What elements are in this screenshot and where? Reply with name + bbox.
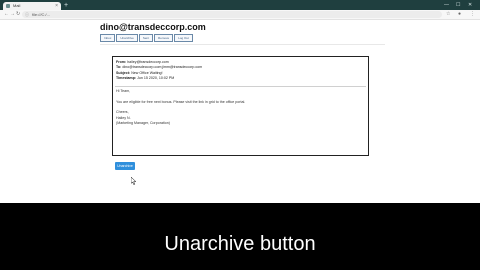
maximize-icon[interactable]: ☐ [456, 0, 460, 10]
back-icon[interactable]: ← [4, 10, 9, 19]
browser-window: Mail × + — ☐ ✕ ← → ↻ ⓘ file:///C:/... ☆ … [0, 0, 480, 203]
inbox-button[interactable]: Inbox [100, 34, 116, 42]
to-value: dino@transdeccorp.com;jimm@transdeccorp.… [122, 65, 203, 70]
forward-icon[interactable]: → [10, 10, 15, 19]
info-icon: ⓘ [25, 12, 29, 17]
close-window-icon[interactable]: ✕ [468, 0, 472, 10]
mouse-cursor-icon [131, 177, 137, 185]
divider [100, 44, 385, 45]
email-header: From: hailey@transdeccorp.com To: dino@t… [116, 60, 202, 82]
minimize-icon[interactable]: — [444, 0, 449, 10]
sent-button[interactable]: Sent [138, 34, 154, 42]
new-tab-button[interactable]: + [64, 1, 68, 10]
timestamp-value: Jun 15 2020, 10:02 PM [137, 76, 175, 81]
close-tab-icon[interactable]: × [55, 2, 58, 10]
timestamp-row: Timestamp: Jun 15 2020, 10:02 PM [116, 76, 175, 81]
profile-icon[interactable]: ● [458, 10, 461, 19]
mail-toolbar: Inbox Unarchive Sent Remove Log Out [100, 34, 193, 42]
favicon-icon [6, 4, 10, 8]
reload-icon[interactable]: ↻ [16, 10, 20, 19]
browser-tab[interactable]: Mail × [3, 2, 61, 10]
unarchive-nav-button[interactable]: Unarchive [116, 34, 138, 42]
from-value: hailey@transdeccorp.com [127, 60, 169, 64]
subject-value: New Office Waiting! [131, 70, 163, 75]
sender-title: (Marketing Manager, Corporation) [116, 121, 170, 125]
remove-button[interactable]: Remove [154, 34, 174, 42]
url-text: file:///C:/... [32, 12, 51, 17]
tab-title: Mail [13, 3, 21, 8]
address-bar[interactable]: ⓘ file:///C:/... [22, 11, 442, 18]
video-caption: Unarchive button [164, 233, 316, 255]
menu-icon[interactable]: ⋮ [470, 10, 475, 19]
message-text: You are eligible for free next bonus. Pl… [116, 99, 246, 104]
tab-strip: Mail × + — ☐ ✕ [0, 0, 480, 10]
email-body: Hi Team, You are eligible for free next … [116, 89, 245, 127]
header-divider [115, 86, 366, 87]
email-view: From: hailey@transdeccorp.com To: dino@t… [112, 56, 369, 156]
browser-toolbar: ← → ↻ ⓘ file:///C:/... ☆ ● ⋮ [0, 10, 480, 20]
page-title: dino@transdeccorp.com [100, 22, 206, 32]
unarchive-button[interactable]: Unarchive [115, 162, 135, 170]
logout-button[interactable]: Log Out [174, 34, 193, 42]
star-icon[interactable]: ☆ [446, 10, 450, 19]
